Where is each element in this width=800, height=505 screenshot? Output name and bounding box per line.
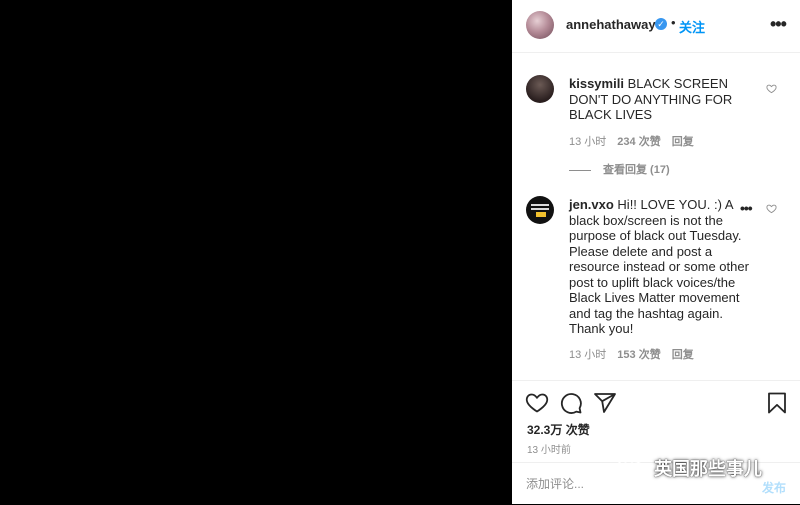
- comment-likes[interactable]: 234 次赞: [617, 136, 660, 148]
- comment-body: kissymili BLACK SCREEN DON'T DO ANYTHING…: [569, 76, 757, 123]
- post-actions: 32.3万 次赞 13 小时前: [512, 380, 800, 463]
- bookmark-icon[interactable]: [765, 391, 789, 415]
- commenter-avatar[interactable]: [526, 75, 554, 103]
- reply-button[interactable]: 回复: [672, 349, 694, 361]
- comment-username[interactable]: kissymili: [569, 76, 624, 91]
- comment-text: Hi!! LOVE YOU. :) A black box/screen is …: [569, 197, 749, 336]
- avatar-stripe: [531, 204, 549, 206]
- comment-meta: 13 小时 234 次赞 回复: [569, 133, 705, 149]
- post-image: [0, 0, 512, 504]
- heart-icon[interactable]: [525, 391, 549, 415]
- replies-divider: [569, 169, 591, 171]
- avatar-stripe: [531, 208, 549, 210]
- header-separator: •: [671, 15, 676, 30]
- commenter-avatar[interactable]: [526, 196, 554, 224]
- share-icon[interactable]: [593, 391, 617, 415]
- comment-like-heart-icon[interactable]: [766, 83, 777, 94]
- comment-like-heart-icon[interactable]: [766, 203, 777, 214]
- post-comment-button[interactable]: 发布: [762, 479, 786, 496]
- more-options-icon[interactable]: •••: [770, 14, 787, 35]
- comment-time: 13 小时: [569, 349, 607, 361]
- comment-icon[interactable]: [559, 391, 583, 415]
- view-replies-button[interactable]: 查看回复 (17): [569, 161, 670, 177]
- post-time: 13 小时前: [527, 445, 571, 456]
- verified-badge-icon: ✓: [655, 18, 667, 30]
- comment-likes[interactable]: 153 次赞: [617, 349, 660, 361]
- follow-button[interactable]: 关注: [679, 17, 705, 36]
- view-replies-label: 查看回复 (17): [603, 164, 670, 176]
- add-comment-bar: 发布: [512, 462, 800, 505]
- reply-button[interactable]: 回复: [672, 136, 694, 148]
- avatar-highlight: [536, 212, 546, 217]
- author-avatar[interactable]: [526, 11, 554, 39]
- post-header: annehathaway ✓ • 关注 •••: [512, 0, 800, 53]
- comments-panel: annehathaway ✓ • 关注 ••• kissymili BLACK …: [512, 0, 800, 504]
- comment-meta: 13 小时 153 次赞 回复: [569, 346, 705, 362]
- post-likes-count[interactable]: 32.3万 次赞: [527, 421, 590, 438]
- comment-more-icon[interactable]: •••: [740, 200, 753, 216]
- comment-input[interactable]: [526, 473, 746, 495]
- comment-username[interactable]: jen.vxo: [569, 197, 614, 212]
- author-username[interactable]: annehathaway: [566, 17, 656, 32]
- comment-time: 13 小时: [569, 136, 607, 148]
- comment-body: jen.vxo Hi!! LOVE YOU. :) A black box/sc…: [569, 197, 749, 337]
